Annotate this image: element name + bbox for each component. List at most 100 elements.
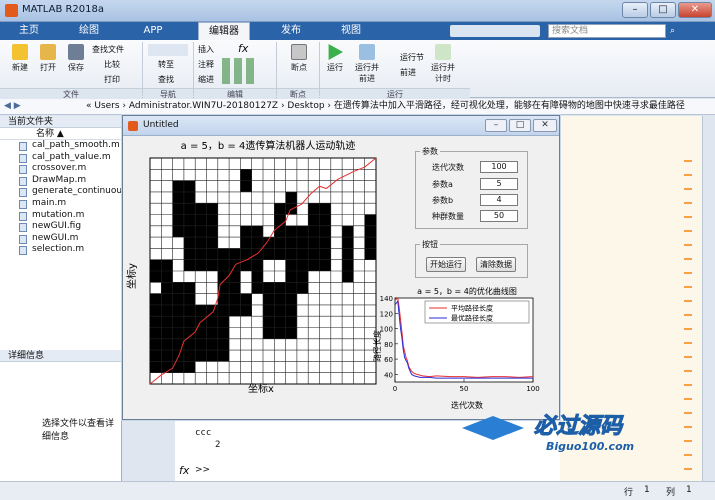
fx-icon: fx [179, 464, 190, 477]
figure-title-bar: Untitled – □ ✕ [123, 116, 559, 136]
x-tick-label: 50 [460, 385, 469, 393]
new-button[interactable]: 新建 [6, 44, 34, 73]
current-path[interactable]: « Users › Administrator.WIN7U-20180127Z … [86, 99, 685, 114]
matlab-logo-icon [5, 4, 18, 17]
search-icon[interactable]: ⌕ [670, 26, 680, 36]
quick-access-toolbar[interactable] [450, 25, 540, 37]
fx-icon[interactable]: fx [238, 42, 248, 55]
file-name: cal_path_smooth.m [32, 140, 120, 150]
indent-button[interactable]: 缩进 [198, 74, 214, 85]
file-item[interactable]: DrawMap.m [0, 175, 121, 187]
buttons-panel: 按钮 开始运行 清除数据 [415, 239, 528, 278]
tab-view[interactable]: 视图 [330, 22, 372, 40]
maximize-button[interactable]: □ [650, 2, 676, 18]
file-icon [19, 142, 27, 151]
file-icon [19, 165, 27, 175]
x-tick-label: 0 [393, 385, 397, 393]
param-label-population: 种群数量 [432, 212, 464, 221]
y-tick-label: 80 [384, 341, 393, 349]
iterations-field[interactable]: 100 [480, 161, 518, 173]
file-item[interactable]: mutation.m [0, 210, 121, 222]
command-output-line: 2 [215, 440, 221, 450]
file-icon [19, 246, 27, 256]
workspace-sidebar[interactable] [702, 116, 715, 500]
group-run-label: 运行 [320, 88, 470, 99]
breakpoints-button[interactable]: 断点 [284, 44, 314, 73]
convergence-chart: a = 5，b = 4的优化曲线图 4060801001201400 50 100平… [372, 286, 540, 410]
tab-apps[interactable]: APP [132, 22, 174, 40]
command-output-line: ccc [195, 428, 212, 438]
clear-button[interactable]: 清除数据 [476, 257, 516, 272]
file-item[interactable]: crossover.m [0, 163, 121, 175]
close-button[interactable]: ✕ [678, 2, 712, 18]
status-bar: 行 1 列 1 [0, 481, 715, 500]
y-tick-label: 60 [384, 356, 393, 364]
group-nav-label: 导航 [143, 88, 193, 99]
legend-entry: 最优路径长度 [451, 314, 493, 323]
file-name: cal_path_value.m [32, 151, 111, 162]
file-name: newGUI.m [32, 232, 79, 243]
details-hint: 选择文件以查看详细信息 [42, 419, 115, 442]
compare-button[interactable]: 比较 [104, 59, 120, 70]
obstacle-cell [342, 225, 354, 283]
line-value: 1 [644, 485, 650, 495]
trajectory-title: a = 5，b = 4遗传算法机器人运动轨迹 [181, 139, 356, 152]
tab-editor[interactable]: 编辑器 [198, 22, 250, 40]
obstacle-cell [274, 203, 286, 238]
figure-close-button[interactable]: ✕ [533, 119, 557, 132]
file-item[interactable]: generate_continuous_p [0, 186, 137, 198]
address-bar[interactable]: ◀ ▶ « Users › Administrator.WIN7U-201801… [0, 99, 715, 115]
breakpoint-icon [291, 44, 307, 60]
file-icon [19, 211, 27, 221]
file-item[interactable]: cal_path_smooth.m [0, 140, 121, 152]
back-forward-icon[interactable] [148, 44, 188, 56]
open-button[interactable]: 打开 [34, 44, 62, 73]
figure-minimize-button[interactable]: – [485, 119, 507, 132]
tab-publish[interactable]: 发布 [270, 22, 312, 40]
x-tick-label: 100 [526, 385, 539, 393]
file-icon [19, 188, 27, 198]
goto-button[interactable]: 转至 [158, 59, 174, 70]
file-name: selection.m [32, 244, 85, 255]
run-section-button[interactable]: 运行节 [400, 52, 424, 63]
advance-button[interactable]: 前进 [400, 67, 416, 78]
params-panel: 参数 迭代次数 参数a 参数b 种群数量 100 5 4 50 [415, 146, 528, 229]
run-advance-button[interactable]: 运行并 前进 [350, 44, 384, 84]
population-field[interactable]: 50 [480, 210, 518, 222]
find-files-button[interactable]: 查找文件 [92, 44, 124, 55]
param-a-field[interactable]: 5 [480, 178, 518, 190]
file-name: crossover.m [32, 163, 87, 174]
run-icon [328, 44, 343, 60]
tab-home[interactable]: 主页 [8, 22, 50, 40]
tab-plots[interactable]: 绘图 [68, 22, 110, 40]
window-title: MATLAB R2018a [22, 4, 105, 15]
find-button[interactable]: 查找 [158, 74, 174, 85]
y-axis-label: 坐标y [126, 263, 138, 289]
obstacle-cell [263, 282, 297, 339]
run-button[interactable]: 运行 [322, 44, 348, 73]
file-name: newGUI.fig [32, 221, 82, 232]
comment-button[interactable]: 注释 [198, 59, 214, 70]
graduation-cap-icon [462, 416, 524, 440]
start-button[interactable]: 开始运行 [426, 257, 466, 272]
insert-button[interactable]: 插入 [198, 44, 214, 55]
param-b-field[interactable]: 4 [480, 194, 518, 206]
run-time-button[interactable]: 运行并 计时 [428, 44, 458, 84]
figure-maximize-button[interactable]: □ [509, 119, 531, 132]
format-icons[interactable] [222, 58, 256, 84]
file-icon [19, 153, 27, 163]
file-item[interactable]: selection.m [0, 244, 121, 256]
file-item[interactable]: cal_path_value.m [0, 152, 121, 164]
y-tick-label: 40 [384, 371, 393, 379]
minimize-button[interactable]: – [622, 2, 648, 18]
editor-ribbon: 新建 打开 保存 查找文件 比较 打印 文件 转至 查找 导航 插入 注释 缩进… [0, 40, 715, 99]
search-input[interactable]: 搜索文档 [548, 24, 666, 38]
save-button[interactable]: 保存 [62, 44, 90, 73]
column-header-name[interactable]: 名称 ▲ [0, 128, 121, 140]
nav-arrows-icon[interactable]: ◀ ▶ [4, 99, 21, 114]
file-item[interactable]: main.m [0, 198, 121, 210]
print-button[interactable]: 打印 [104, 74, 120, 85]
file-icon [19, 234, 27, 244]
file-item[interactable]: newGUI.m [0, 233, 121, 245]
file-item[interactable]: newGUI.fig [0, 221, 121, 233]
